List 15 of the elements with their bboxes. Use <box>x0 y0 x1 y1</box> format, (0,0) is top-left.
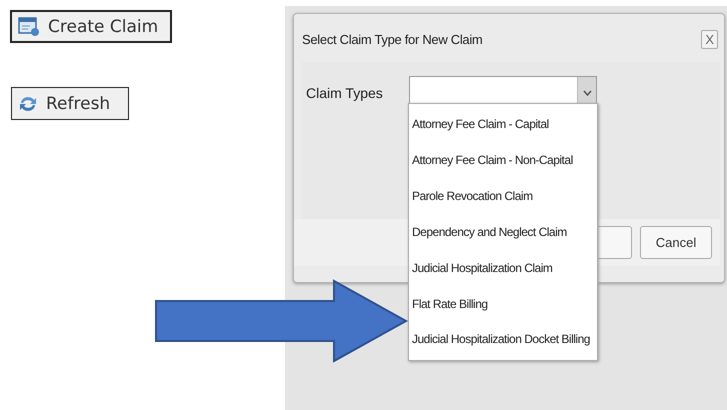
cancel-button[interactable]: Cancel <box>640 226 712 259</box>
field-label: Claim Types <box>306 84 384 100</box>
dropdown-option[interactable]: Attorney Fee Claim - Non-Capital <box>409 142 597 178</box>
dropdown-option[interactable]: Flat Rate Billing <box>409 286 597 322</box>
dropdown-option[interactable]: Judicial Hospitalization Docket Billing <box>409 322 597 358</box>
close-button[interactable]: X <box>701 30 718 48</box>
dropdown-option[interactable]: Dependency and Neglect Claim <box>409 214 597 250</box>
form-icon <box>18 16 40 36</box>
toolbar-button[interactable]: Create Claim <box>10 10 172 43</box>
arrow-icon <box>154 279 410 363</box>
dropdown-option[interactable]: Attorney Fee Claim - Capital <box>409 106 597 142</box>
dropdown-option[interactable]: Parole Revocation Claim <box>409 178 597 214</box>
dropdown-option[interactable]: Judicial Hospitalization Claim <box>409 250 597 286</box>
dialog-title: Select Claim Type for New Claim <box>302 32 482 46</box>
toolbar-button[interactable]: Refresh <box>11 87 130 120</box>
